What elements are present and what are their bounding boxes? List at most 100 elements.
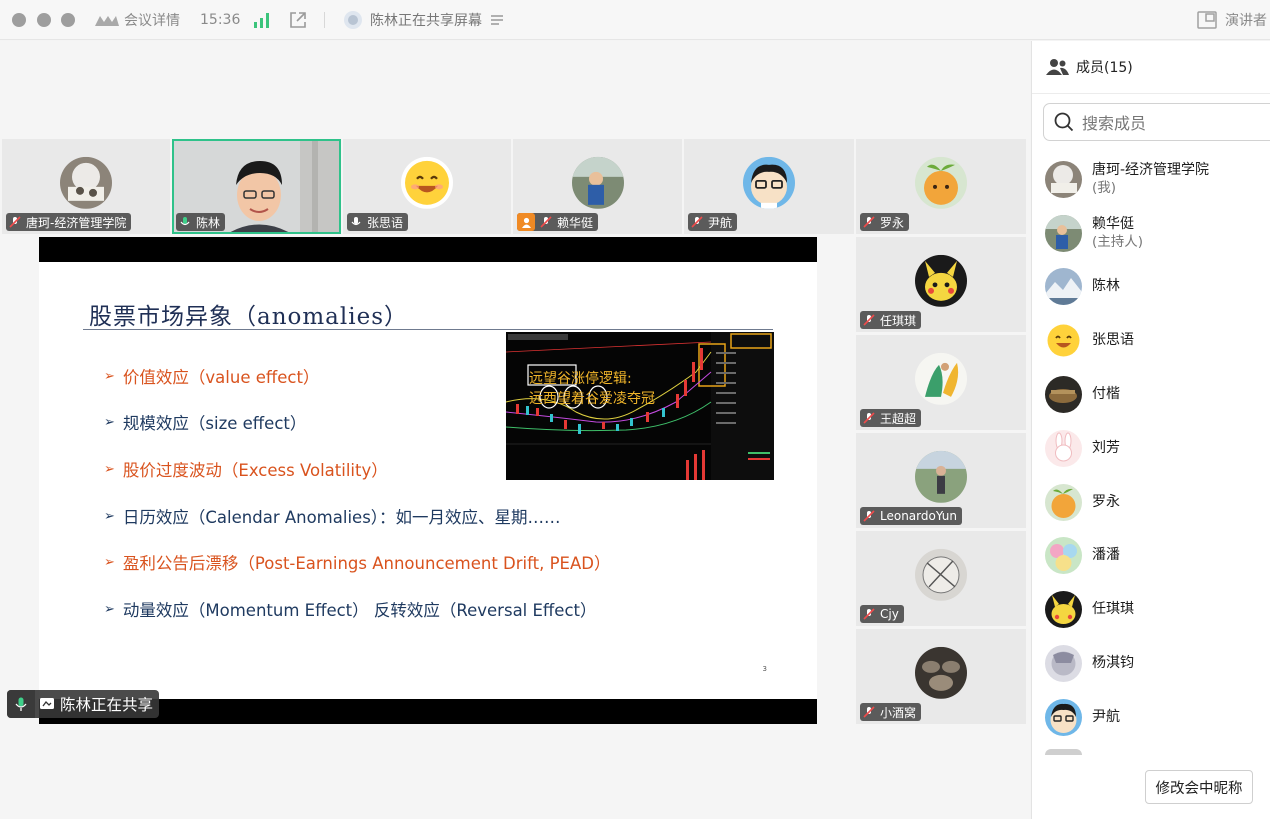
avatar	[743, 156, 795, 209]
avatar	[915, 646, 967, 699]
mic-muted-icon	[863, 608, 875, 620]
name-tag: 小酒窝	[860, 703, 922, 721]
member-item[interactable]: 罗永	[1045, 482, 1120, 522]
member-item[interactable]: 陈林	[1045, 266, 1120, 306]
name-tag: 唐珂-经济管理学院	[6, 213, 132, 231]
meeting-details-label: 会议详情	[124, 13, 180, 29]
avatar	[1045, 429, 1082, 467]
arrow-bullet-icon: ➢	[104, 461, 115, 477]
participant-tile[interactable]: 王超超	[856, 335, 1026, 430]
slide-bullet: ➢ 动量效应（Momentum Effect） 反转效应（Reversal Ef…	[104, 597, 597, 621]
participant-tile[interactable]: LeonardoYun	[856, 433, 1026, 528]
participant-name: LeonardoYun	[880, 509, 958, 523]
member-item[interactable]: 赖华侹 (主持人)	[1045, 213, 1143, 253]
member-item[interactable]: 任琪琪	[1045, 589, 1134, 629]
member-avatar-partial	[1045, 749, 1082, 755]
arrow-bullet-icon: ➢	[104, 508, 115, 524]
presentation-slide: 股票市场异象（anomalies） ➢ 价值效应（value effect） ➢…	[39, 262, 817, 699]
avatar	[60, 156, 112, 209]
participant-tile[interactable]: 唐珂-经济管理学院	[2, 139, 170, 234]
avatar	[401, 156, 453, 209]
presenter-view-icon	[1197, 11, 1217, 29]
avatar	[1045, 483, 1082, 521]
participant-tile[interactable]: 小酒窝	[856, 629, 1026, 724]
participant-tile[interactable]: 赖华侹	[513, 139, 682, 234]
member-name: 陈林	[1092, 278, 1120, 294]
shared-screen[interactable]: 股票市场异象（anomalies） ➢ 价值效应（value effect） ➢…	[39, 237, 817, 724]
divider	[1032, 93, 1270, 94]
sharing-badge-label: 陈林正在共享	[60, 696, 154, 714]
participant-name: 罗永	[880, 215, 905, 230]
participant-tile[interactable]: Cjy	[856, 531, 1026, 626]
mic-muted-icon	[863, 216, 875, 228]
mic-muted-icon	[863, 412, 875, 424]
member-item[interactable]: 张思语	[1045, 320, 1134, 360]
participant-tile-active-speaker[interactable]: 陈林	[172, 139, 341, 234]
participant-name: 赖华侹	[557, 215, 594, 230]
member-role: (主持人)	[1092, 234, 1144, 250]
participant-tile[interactable]: 罗永	[856, 139, 1026, 234]
members-panel: 成员(15) 搜索成员 唐珂-经济管理学院 (我) 赖华侹 (主持人) 陈林 张思语…	[1031, 41, 1270, 819]
popout-icon[interactable]	[288, 0, 308, 40]
participant-tile[interactable]: 尹航	[684, 139, 854, 234]
name-tag: 尹航	[688, 213, 738, 231]
member-name: 潘潘	[1092, 547, 1120, 563]
mic-muted-icon	[540, 216, 552, 228]
arrow-bullet-icon: ➢	[104, 368, 115, 384]
bullet-text: 日历效应（Calendar Anomalies）：如一月效应、星期……	[122, 508, 561, 527]
participant-tile[interactable]: 张思语	[343, 139, 511, 234]
maximize-window-button[interactable]	[61, 13, 75, 27]
member-name: 唐珂-经济管理学院	[1092, 162, 1210, 178]
member-item[interactable]: 尹航	[1045, 697, 1120, 737]
title-bar: 会议详情 15:36 陈林正在共享屏幕 演讲者	[0, 0, 1270, 40]
bullet-text: 规模效应（size effect）	[122, 414, 307, 433]
bullet-text: 盈利公告后漂移（Post-Earnings Announcement Drift…	[122, 554, 611, 573]
list-icon	[491, 15, 503, 25]
member-item[interactable]: 刘芳	[1045, 428, 1120, 468]
rename-in-meeting-button[interactable]: 修改会中昵称	[1145, 770, 1253, 804]
member-name: 赖华侹	[1092, 216, 1134, 232]
member-name: 付楷	[1092, 386, 1120, 402]
slide-bullet: ➢ 股价过度波动（Excess Volatility）	[104, 457, 388, 481]
presenter-view-button[interactable]: 演讲者	[1197, 0, 1267, 40]
participant-tile[interactable]: 任琪琪	[856, 237, 1026, 332]
member-role: (我)	[1092, 180, 1117, 196]
member-search-input[interactable]: 搜索成员	[1043, 103, 1270, 141]
signal-icon	[253, 0, 271, 40]
member-item[interactable]: 付楷	[1045, 374, 1120, 414]
member-name: 罗永	[1092, 494, 1120, 510]
meeting-time: 15:36	[200, 12, 241, 28]
chart-caption-2: 远西望着谷爱凌夺冠	[529, 391, 655, 407]
avatar	[1045, 214, 1082, 252]
mic-muted-icon	[691, 216, 703, 228]
member-item[interactable]: 杨淇钧	[1045, 643, 1134, 683]
arrow-bullet-icon: ➢	[104, 414, 115, 430]
participant-name: Cjy	[880, 607, 899, 621]
name-tag: 张思语	[347, 213, 409, 231]
minimize-window-button[interactable]	[37, 13, 51, 27]
members-header: 成员(15)	[1046, 57, 1133, 77]
slide-bullet: ➢ 日历效应（Calendar Anomalies）：如一月效应、星期……	[104, 504, 561, 528]
avatar	[1045, 536, 1082, 574]
sharing-status-label: 陈林正在共享屏幕	[370, 13, 482, 29]
avatar	[1045, 644, 1082, 682]
member-item[interactable]: 潘潘	[1045, 535, 1120, 575]
name-tag: LeonardoYun	[860, 507, 963, 525]
participant-name: 任琪琪	[880, 313, 917, 328]
stock-chart-image: 远望谷涨停逻辑: 远西望着谷爱凌夺冠	[506, 332, 774, 480]
presenter-view-label: 演讲者	[1225, 13, 1267, 29]
mic-muted-icon	[863, 706, 875, 718]
member-name: 尹航	[1092, 709, 1120, 725]
meeting-details-button[interactable]: 会议详情	[94, 0, 180, 40]
slide-bullet: ➢ 盈利公告后漂移（Post-Earnings Announcement Dri…	[104, 550, 610, 574]
close-window-button[interactable]	[12, 13, 26, 27]
name-tag: Cjy	[860, 605, 904, 623]
avatar	[1045, 375, 1082, 413]
screen-share-icon	[40, 698, 54, 709]
mic-muted-icon	[863, 314, 875, 326]
slide-page-number: 3	[762, 665, 767, 673]
sharing-status[interactable]: 陈林正在共享屏幕	[343, 0, 504, 40]
member-item[interactable]: 唐珂-经济管理学院 (我)	[1045, 159, 1209, 199]
title-divider	[83, 329, 773, 330]
search-placeholder: 搜索成员	[1082, 114, 1147, 133]
